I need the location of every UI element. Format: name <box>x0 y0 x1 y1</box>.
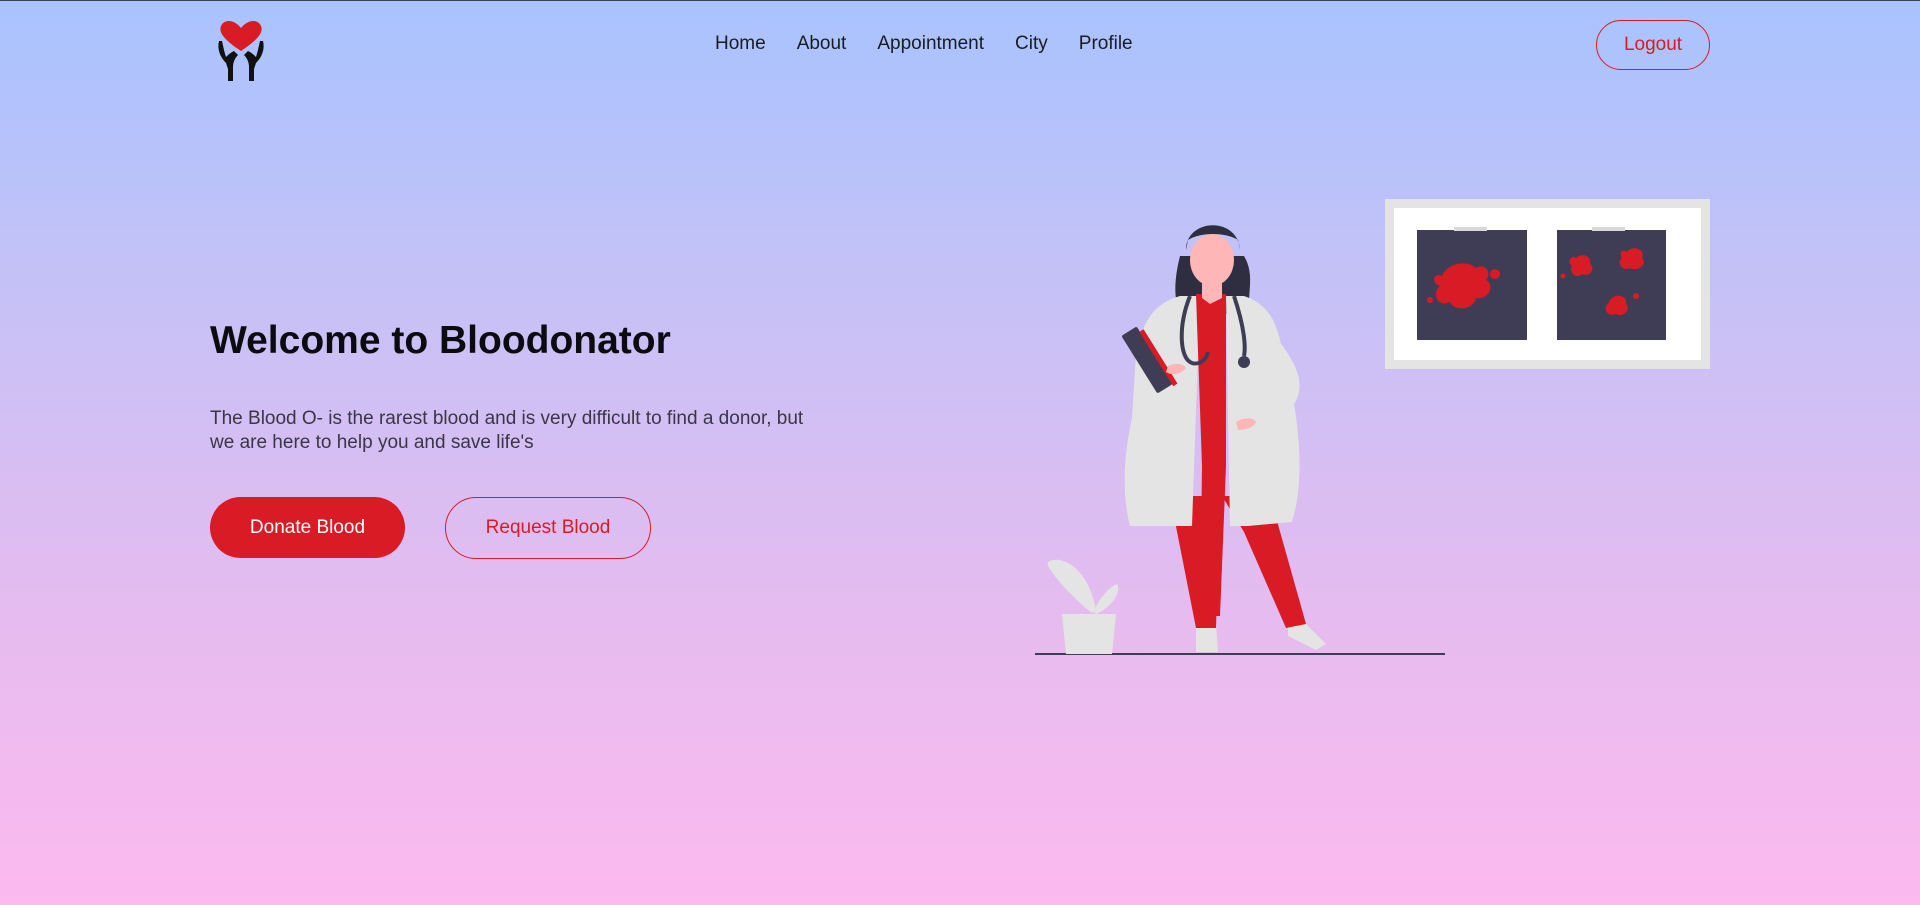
nav-profile[interactable]: Profile <box>1079 33 1133 55</box>
navbar: Home About Appointment City Profile Logo… <box>0 1 1920 89</box>
hero-description: The Blood O- is the rarest blood and is … <box>210 408 804 453</box>
nav-about[interactable]: About <box>797 33 847 55</box>
donate-blood-button[interactable]: Donate Blood <box>210 497 405 558</box>
nav-city[interactable]: City <box>1015 33 1048 55</box>
main-menu: Home About Appointment City Profile <box>715 33 1164 55</box>
doctor-figure <box>1122 225 1326 652</box>
request-blood-button[interactable]: Request Blood <box>445 497 651 559</box>
plant-icon <box>1047 559 1119 654</box>
nav-home[interactable]: Home <box>715 33 766 55</box>
hero-title: Welcome to Bloodonator <box>210 319 671 362</box>
doctor-with-blood-samples-illustration <box>1035 199 1710 655</box>
blood-sample-frame <box>1385 199 1710 369</box>
heart-in-hands-icon[interactable] <box>216 19 266 85</box>
nav-appointment[interactable]: Appointment <box>877 33 984 55</box>
logout-button[interactable]: Logout <box>1596 20 1710 70</box>
